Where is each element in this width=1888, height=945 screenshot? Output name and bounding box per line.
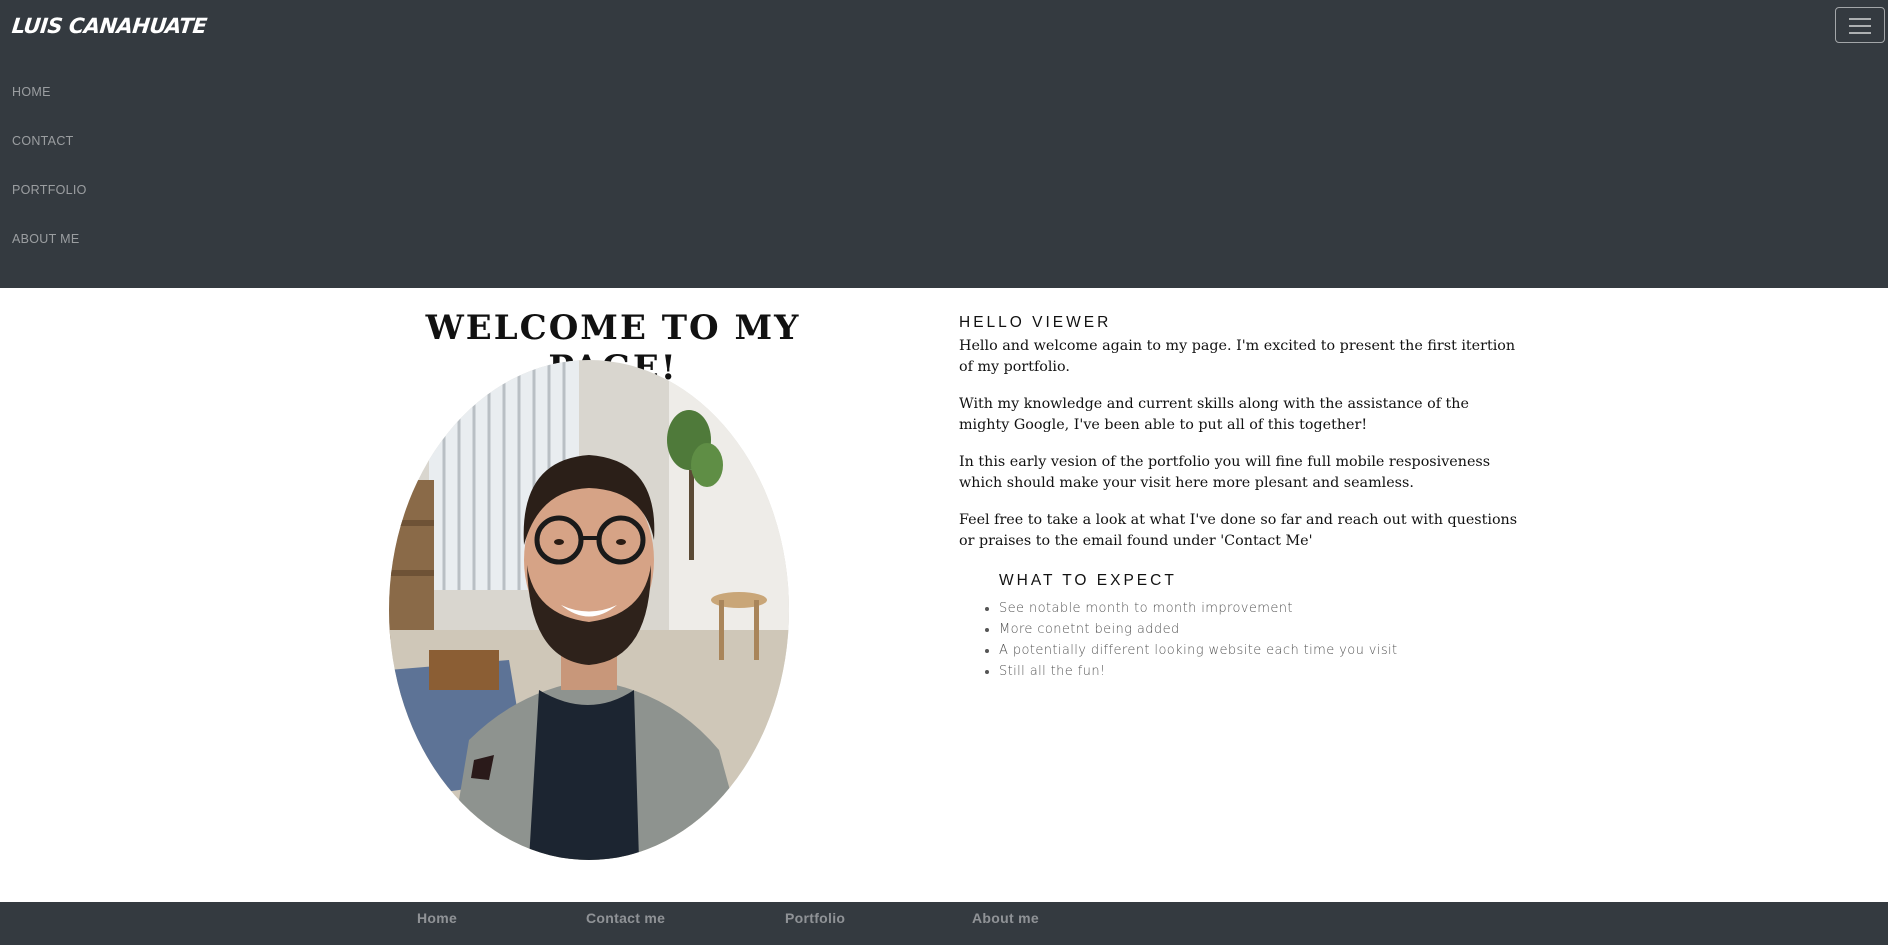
nav-item-contact[interactable]: CONTACT (12, 133, 87, 182)
nav-menu: HOME CONTACT PORTFOLIO ABOUT ME (12, 84, 87, 280)
nav-item-portfolio[interactable]: PORTFOLIO (12, 182, 87, 231)
intro-paragraph: In this early vesion of the portfolio yo… (959, 454, 1491, 491)
footer-link-contact[interactable]: Contact me (586, 902, 665, 934)
nav-item-home[interactable]: HOME (12, 84, 87, 133)
expect-list-item: See notable month to month improvement (999, 598, 1519, 619)
intro-paragraph: With my knowledge and current skills alo… (959, 396, 1469, 433)
hamburger-menu-icon (1849, 18, 1871, 20)
footer-link-portfolio[interactable]: Portfolio (785, 902, 845, 934)
hello-heading: HELLO VIEWER (959, 314, 1112, 331)
brand-logo[interactable]: LUIS CANAHUATE (11, 14, 208, 38)
intro-paragraph: Hello and welcome again to my page. I'm … (959, 338, 1516, 375)
footer-link-home[interactable]: Home (417, 902, 457, 934)
profile-photo (389, 360, 789, 860)
expect-list-item: More conetnt being added (999, 619, 1519, 640)
footer: Home Contact me Portfolio About me (0, 902, 1888, 945)
expect-heading: WHAT TO EXPECT (999, 572, 1177, 589)
expect-list-item: Still all the fun! (999, 661, 1519, 682)
intro-paragraph: Feel free to take a look at what I've do… (959, 512, 1518, 549)
footer-link-about-me[interactable]: About me (972, 902, 1039, 934)
nav-item-about-me[interactable]: ABOUT ME (12, 231, 87, 280)
expect-list: See notable month to month improvement M… (959, 598, 1519, 682)
top-navbar: LUIS CANAHUATE HOME CONTACT PORTFOLIO AB… (0, 0, 1888, 288)
menu-toggle-button[interactable] (1835, 7, 1885, 43)
expect-list-item: A potentially different looking website … (999, 640, 1519, 661)
intro-section: HELLO VIEWER Hello and welcome again to … (959, 314, 1519, 682)
